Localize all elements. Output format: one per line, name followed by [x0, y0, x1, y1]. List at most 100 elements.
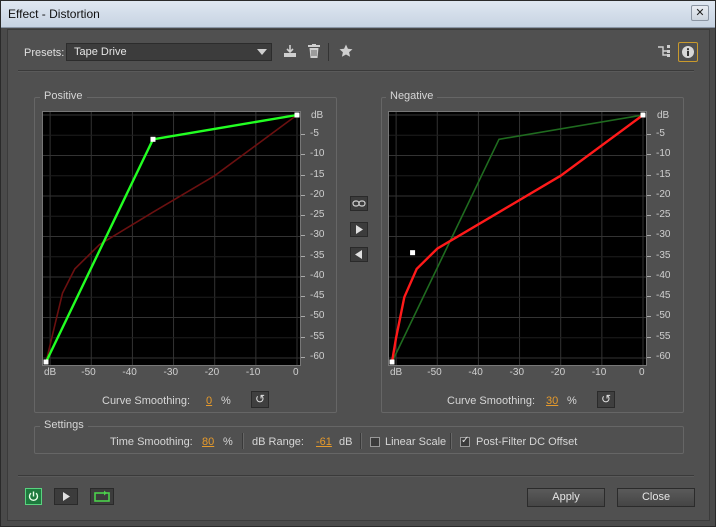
- link-icon: [352, 200, 366, 207]
- x-tick-label: -50: [81, 367, 96, 378]
- y-tick-label: -20: [310, 188, 325, 200]
- y-tick-label: -5: [310, 128, 319, 140]
- window-close-button[interactable]: ✕: [691, 5, 709, 21]
- arrow-right-icon: [356, 225, 363, 234]
- info-icon: [682, 46, 694, 61]
- y-tick-mark: [647, 154, 651, 156]
- linear-scale-label: Linear Scale: [385, 436, 447, 448]
- control-point[interactable]: [389, 359, 395, 365]
- negative-graph[interactable]: [388, 111, 647, 366]
- reference-curve: [391, 114, 644, 363]
- post-filter-dc-offset-label: Post-Filter DC Offset: [476, 436, 578, 448]
- negative-reset-button[interactable]: ↺: [597, 391, 615, 408]
- y-tick-label: -40: [310, 269, 325, 281]
- positive-legend: Positive: [40, 90, 87, 102]
- power-toggle[interactable]: [25, 488, 42, 505]
- settings-separator: [450, 433, 452, 449]
- y-tick-mark: [301, 134, 305, 136]
- x-tick-label: -40: [468, 367, 483, 378]
- play-button[interactable]: [54, 488, 78, 505]
- time-smoothing-value[interactable]: 80: [202, 436, 214, 448]
- presets-label: Presets:: [24, 47, 65, 59]
- y-tick-mark: [647, 336, 651, 338]
- y-tick-label: -55: [656, 330, 671, 342]
- x-tick-label: -40: [122, 367, 137, 378]
- y-axis-unit: dB: [311, 110, 324, 121]
- y-tick-mark: [647, 174, 651, 176]
- control-point[interactable]: [640, 112, 646, 118]
- y-tick-label: -50: [656, 310, 671, 322]
- y-tick-label: -10: [656, 148, 671, 160]
- y-tick-mark: [647, 194, 651, 196]
- x-tick-label: -30: [509, 367, 524, 378]
- y-tick-mark: [301, 316, 305, 318]
- x-tick-label: -10: [591, 367, 607, 378]
- positive-curve-smoothing-label: Curve Smoothing:: [102, 395, 191, 407]
- info-button[interactable]: [678, 42, 698, 62]
- db-range-value[interactable]: -61: [316, 436, 332, 448]
- reset-icon: ↺: [600, 392, 612, 406]
- window-title: Effect - Distortion: [8, 7, 100, 21]
- y-tick-mark: [647, 296, 651, 298]
- y-tick-label: -50: [310, 310, 325, 322]
- y-tick-mark: [647, 356, 651, 358]
- toolbar-separator: [328, 43, 329, 61]
- y-tick-mark: [647, 235, 651, 237]
- y-tick-mark: [647, 215, 651, 217]
- positive-curve-svg: [43, 112, 300, 365]
- y-tick-mark: [647, 316, 651, 318]
- y-tick-label: -15: [310, 168, 325, 180]
- y-tick-label: -45: [656, 290, 671, 302]
- positive-curve-smoothing-unit: %: [221, 395, 231, 407]
- y-tick-label: -60: [656, 350, 671, 362]
- y-tick-mark: [301, 255, 305, 257]
- x-tick-label: -50: [427, 367, 442, 378]
- linear-scale-checkbox[interactable]: [370, 437, 380, 447]
- db-range-unit: dB: [339, 436, 353, 448]
- copy-left-button[interactable]: [350, 247, 368, 262]
- control-point[interactable]: [410, 250, 416, 256]
- apply-button[interactable]: Apply: [527, 488, 605, 507]
- routing-icon[interactable]: [656, 44, 672, 60]
- negative-legend: Negative: [386, 90, 438, 102]
- y-tick-label: -35: [656, 249, 671, 261]
- positive-reset-button[interactable]: ↺: [251, 391, 269, 408]
- arrow-left-icon: [355, 250, 362, 259]
- download-preset-icon[interactable]: [282, 44, 298, 60]
- y-tick-mark: [647, 134, 651, 136]
- loop-button[interactable]: [90, 488, 114, 505]
- x-tick-label: 0: [293, 367, 299, 378]
- star-icon[interactable]: [338, 44, 354, 60]
- transfer-curve: [390, 114, 644, 363]
- close-button[interactable]: Close: [617, 488, 695, 507]
- negative-y-axis: dB -5 -10 -15 -20 -25 -30 -35 -40 -45 -50 -55 -60: [647, 110, 677, 366]
- control-point[interactable]: [43, 359, 49, 365]
- y-tick-label: -30: [310, 229, 325, 241]
- y-tick-mark: [301, 194, 305, 196]
- y-tick-mark: [301, 154, 305, 156]
- y-axis-unit: dB: [657, 110, 670, 121]
- y-tick-mark: [301, 336, 305, 338]
- y-tick-label: -25: [310, 209, 325, 221]
- presets-value: Tape Drive: [74, 46, 127, 58]
- negative-curve-smoothing-value[interactable]: 30: [546, 395, 558, 407]
- y-tick-label: -25: [656, 209, 671, 221]
- x-tick-label: -30: [163, 367, 178, 378]
- x-tick-label: -10: [245, 367, 261, 378]
- post-filter-dc-offset-checkbox[interactable]: [460, 435, 470, 447]
- effect-body: Presets: Tape Drive Positive dB -5 -10 -…: [7, 29, 710, 521]
- footer-divider: [18, 475, 694, 477]
- close-icon: ✕: [695, 7, 705, 19]
- copy-right-button[interactable]: [350, 222, 368, 237]
- presets-dropdown[interactable]: Tape Drive: [66, 43, 272, 61]
- control-point[interactable]: [294, 112, 300, 118]
- link-curves-button[interactable]: [350, 196, 368, 211]
- reset-icon: ↺: [254, 392, 266, 406]
- positive-graph[interactable]: [42, 111, 301, 366]
- trash-icon[interactable]: [306, 44, 322, 60]
- positive-curve-smoothing-value[interactable]: 0: [206, 395, 212, 407]
- control-point[interactable]: [150, 136, 156, 142]
- y-tick-label: -35: [310, 249, 325, 261]
- play-icon: [63, 492, 70, 501]
- x-tick-label: -20: [204, 367, 220, 378]
